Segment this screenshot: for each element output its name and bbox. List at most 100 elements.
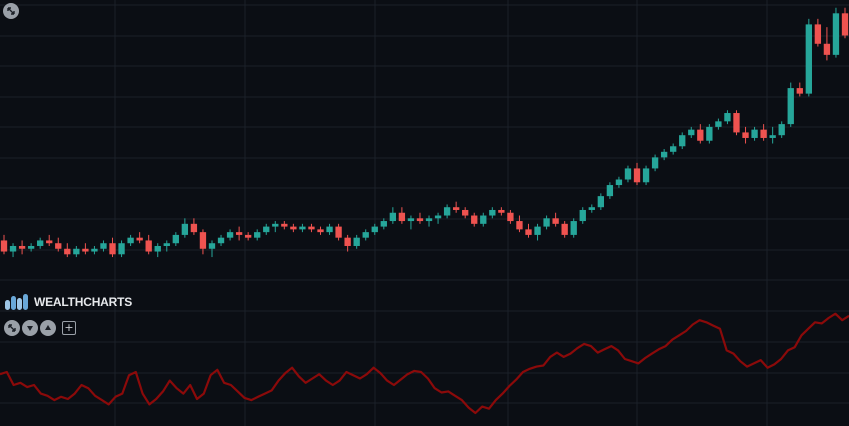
candle-body bbox=[326, 226, 333, 233]
candle-body bbox=[443, 207, 451, 216]
candle-body bbox=[244, 234, 252, 238]
candle-body bbox=[715, 121, 722, 127]
candle-body bbox=[226, 232, 234, 238]
candle-body bbox=[181, 223, 189, 235]
candle-body bbox=[145, 240, 152, 252]
candle-body bbox=[425, 218, 433, 222]
candle-body bbox=[633, 168, 641, 183]
candle-body bbox=[543, 218, 550, 227]
candle-body bbox=[769, 135, 776, 138]
candle-body bbox=[724, 113, 731, 122]
candle-body bbox=[217, 237, 225, 244]
candle-body bbox=[272, 223, 279, 227]
candle-body bbox=[751, 129, 758, 138]
move-up-icon[interactable] bbox=[40, 320, 56, 336]
candle-body bbox=[27, 245, 35, 249]
candle-body bbox=[109, 243, 116, 255]
candle-body bbox=[615, 179, 623, 186]
candle bbox=[832, 7, 840, 58]
candle-body bbox=[55, 243, 62, 249]
candle-body bbox=[760, 129, 767, 138]
candle-body bbox=[299, 226, 306, 230]
candle-body bbox=[281, 223, 288, 227]
candle-body bbox=[606, 185, 614, 197]
candle-body bbox=[416, 218, 424, 222]
brand-name: WEALTHCHARTS bbox=[34, 295, 133, 309]
candle-body bbox=[46, 240, 53, 244]
candle-body bbox=[163, 243, 170, 246]
candle-body bbox=[208, 243, 216, 249]
candle-body bbox=[389, 212, 397, 222]
candle-body bbox=[37, 240, 44, 246]
candle-body bbox=[480, 215, 487, 224]
candle bbox=[642, 165, 650, 186]
candle-body bbox=[434, 215, 442, 219]
candle-body bbox=[516, 221, 523, 230]
candle-body bbox=[407, 218, 415, 222]
candle-body bbox=[706, 126, 713, 141]
chart-background bbox=[0, 0, 849, 426]
candle-body bbox=[525, 229, 532, 235]
candle-body bbox=[841, 13, 849, 36]
candle-body bbox=[814, 24, 822, 44]
candle-body bbox=[353, 237, 360, 246]
candle-body bbox=[787, 88, 794, 125]
candle-body bbox=[172, 234, 179, 244]
candle-body bbox=[489, 209, 496, 216]
candle-body bbox=[670, 146, 677, 152]
collapse-arrows-icon[interactable] bbox=[3, 3, 19, 19]
candle-body bbox=[697, 129, 704, 141]
candle-body bbox=[0, 240, 8, 252]
candle-body bbox=[733, 113, 740, 133]
candle-body bbox=[679, 135, 686, 147]
candle-body bbox=[823, 43, 831, 55]
candle-body bbox=[624, 168, 632, 180]
candle-body bbox=[154, 245, 161, 252]
candle-body bbox=[82, 248, 89, 252]
candle-body bbox=[118, 243, 125, 255]
candle-body bbox=[308, 226, 315, 230]
candle-body bbox=[136, 237, 143, 241]
move-down-icon[interactable] bbox=[22, 320, 38, 336]
candle-body bbox=[335, 226, 342, 238]
candle-body bbox=[9, 245, 17, 252]
candle-body bbox=[552, 218, 559, 224]
candle-body bbox=[498, 209, 505, 213]
candle-body bbox=[380, 221, 387, 227]
candle bbox=[733, 110, 740, 136]
candle-body bbox=[199, 232, 207, 249]
candle-body bbox=[362, 232, 369, 238]
wealthcharts-logo: WEALTHCHARTS bbox=[4, 292, 132, 312]
candle-body bbox=[127, 237, 134, 244]
candle-body bbox=[597, 196, 605, 208]
candle bbox=[787, 82, 794, 127]
candle-body bbox=[317, 229, 324, 233]
candle-body bbox=[660, 151, 668, 158]
candle-body bbox=[570, 221, 577, 235]
candle-body bbox=[235, 232, 243, 235]
candle-body bbox=[371, 226, 378, 233]
candle-body bbox=[91, 248, 98, 252]
collapse-arrows-icon[interactable] bbox=[4, 320, 20, 336]
chart-canvas bbox=[0, 0, 849, 426]
candle-body bbox=[534, 226, 541, 235]
candle-body bbox=[290, 226, 297, 230]
candle-body bbox=[688, 129, 695, 136]
candle-body bbox=[805, 24, 812, 94]
candle-body bbox=[832, 13, 840, 55]
candle-body bbox=[796, 88, 803, 94]
candle-body bbox=[100, 243, 107, 249]
add-panel-button[interactable]: + bbox=[62, 321, 76, 335]
candle-body bbox=[579, 209, 586, 222]
candle-body bbox=[588, 207, 595, 210]
candle-body bbox=[561, 223, 568, 235]
candle-body bbox=[471, 215, 478, 224]
candle-body bbox=[398, 212, 406, 222]
candle-body bbox=[742, 132, 749, 138]
candle bbox=[706, 124, 713, 144]
wealthcharts-logo-icon bbox=[5, 294, 28, 310]
candle-body bbox=[73, 248, 80, 255]
candle-body bbox=[507, 212, 514, 222]
candle-body bbox=[263, 226, 270, 233]
candle-body bbox=[651, 157, 659, 169]
